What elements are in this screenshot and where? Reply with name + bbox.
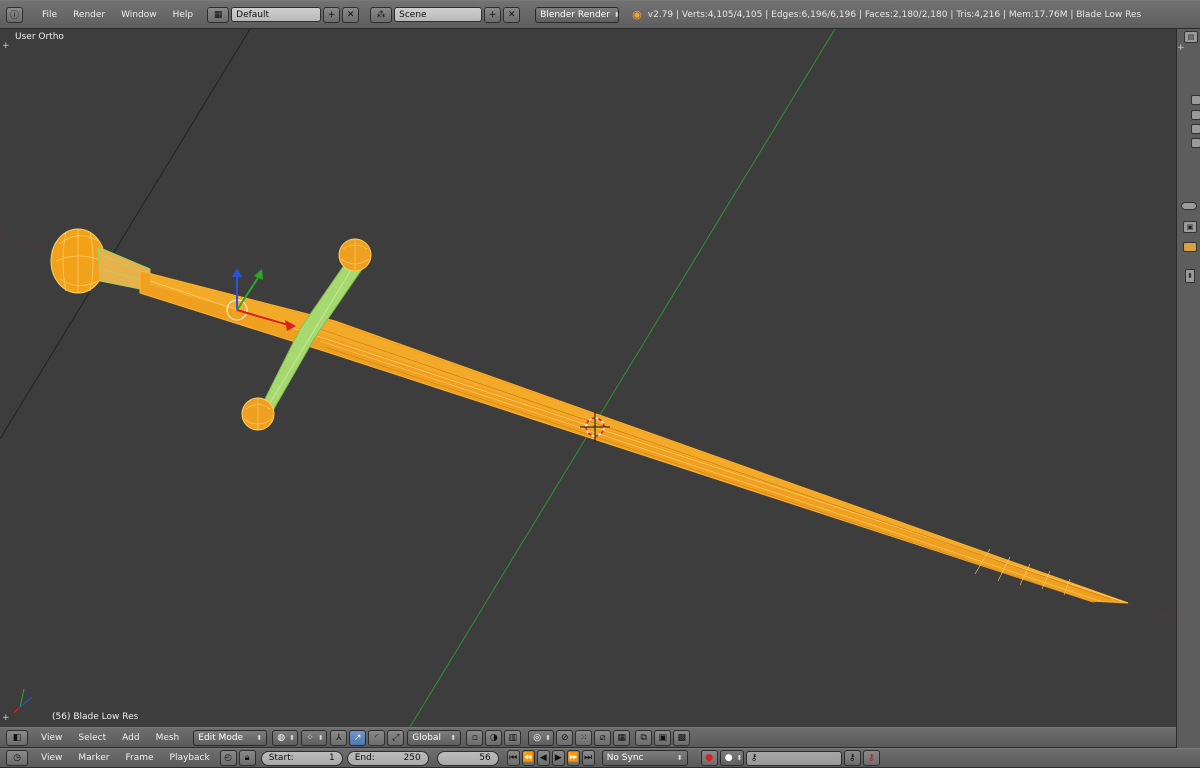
- collapse-right-icon[interactable]: +: [1177, 43, 1185, 53]
- menu-timeline-view[interactable]: View: [33, 753, 70, 763]
- viewport-shading-dropdown[interactable]: ◍ ⬍: [272, 729, 299, 746]
- jump-to-end-icon[interactable]: ⏭: [581, 750, 595, 766]
- remove-layout-icon[interactable]: ✕: [342, 6, 360, 23]
- current-frame-field[interactable]: 56: [436, 750, 499, 766]
- render-animation-icon[interactable]: ▩: [673, 729, 691, 746]
- sync-mode-label: No Sync: [606, 753, 644, 763]
- face-select-icon[interactable]: ▦: [613, 729, 631, 746]
- mode-label: Edit Mode: [198, 732, 244, 743]
- view-axis-gizmo: [13, 688, 33, 714]
- editor-type-3d-icon[interactable]: ◧: [6, 729, 28, 746]
- menu-playback[interactable]: Playback: [162, 753, 218, 763]
- play-icon[interactable]: ▶: [551, 750, 565, 766]
- menu-mesh[interactable]: Mesh: [148, 733, 188, 743]
- menu-add[interactable]: Add: [114, 733, 147, 743]
- screen-layout-icon[interactable]: ▦: [207, 6, 230, 23]
- opengl-render-icon[interactable]: ▣: [654, 729, 672, 746]
- render-engine-dropdown[interactable]: Blender Render ⬍: [535, 6, 620, 23]
- menu-select[interactable]: Select: [70, 733, 114, 743]
- manipulator-toggle-icon[interactable]: ⅄: [330, 729, 348, 746]
- active-object-label: (56) Blade Low Res: [52, 712, 139, 722]
- scene-statistics: v2.79 | Verts:4,105/4,105 | Edges:6,196/…: [647, 9, 1142, 20]
- dropdown-arrow-icon: ⬍: [613, 10, 620, 19]
- current-frame-value: 56: [479, 753, 491, 763]
- viewport-canvas[interactable]: [0, 29, 1176, 727]
- mode-dropdown[interactable]: Edit Mode ⬍: [193, 729, 268, 746]
- keying-set-field[interactable]: ⚷: [745, 750, 842, 766]
- outliner-item-icon[interactable]: [1191, 110, 1200, 120]
- preview-range-icon[interactable]: ◴: [219, 750, 237, 766]
- translate-manipulator-icon[interactable]: ↗: [349, 729, 367, 746]
- insert-keyframe-icon[interactable]: ⚷: [843, 750, 861, 766]
- delete-keyframe-icon[interactable]: ⚷: [862, 750, 880, 766]
- menu-file[interactable]: File: [34, 10, 65, 20]
- proportional-edit-dropdown[interactable]: ◎ ⬍: [528, 729, 555, 746]
- add-layout-icon[interactable]: +: [323, 6, 341, 23]
- play-reverse-icon[interactable]: ◀: [536, 750, 550, 766]
- lock-time-cursor-icon[interactable]: 🔒︎: [238, 750, 256, 766]
- end-frame-value: 250: [403, 753, 421, 763]
- outliner-item-icon[interactable]: [1191, 124, 1200, 134]
- menu-frame[interactable]: Frame: [117, 753, 161, 763]
- end-frame-field[interactable]: End: 250: [346, 750, 429, 766]
- 3d-viewport[interactable]: User Ortho (56) Blade Low Res + +: [0, 29, 1176, 727]
- editor-type-timeline-icon[interactable]: ◷: [6, 750, 28, 766]
- snap-toggle-icon[interactable]: ⊘: [556, 729, 574, 746]
- rotate-manipulator-icon[interactable]: ◜: [368, 729, 386, 746]
- menu-window[interactable]: Window: [113, 10, 165, 20]
- scene-icon[interactable]: ⁂: [370, 6, 393, 23]
- keying-mode-dropdown[interactable]: ● ⬍: [719, 750, 744, 766]
- dropdown-arrow-icon: ⬍: [450, 733, 457, 742]
- dropdown-arrow-icon: ⬍: [676, 754, 683, 762]
- menu-marker[interactable]: Marker: [70, 753, 117, 763]
- properties-menu-icon[interactable]: ⬍: [1185, 269, 1195, 283]
- menu-render[interactable]: Render: [65, 10, 113, 20]
- dropdown-arrow-icon: ⬍: [256, 733, 263, 742]
- scene-name-field[interactable]: Scene: [394, 7, 483, 22]
- jump-next-keyframe-icon[interactable]: ⏩: [566, 750, 580, 766]
- collapse-bottom-left-icon[interactable]: +: [2, 713, 10, 723]
- layout-name-field[interactable]: Default: [231, 7, 322, 22]
- outliner-editor-icon[interactable]: ▤: [1184, 31, 1198, 43]
- grid-line: [0, 29, 251, 440]
- layer-button-icon[interactable]: ▫: [466, 729, 484, 746]
- vertex-select-icon[interactable]: ⁙: [575, 729, 593, 746]
- orientation-label: Global: [412, 732, 441, 743]
- menu-help[interactable]: Help: [165, 10, 202, 20]
- layer-button-icon[interactable]: ◑: [485, 729, 503, 746]
- render-properties-icon[interactable]: [1183, 242, 1197, 252]
- render-engine-label: Blender Render: [540, 9, 610, 20]
- layer-button-icon[interactable]: ▥: [504, 729, 522, 746]
- jump-to-start-icon[interactable]: ⏮: [506, 750, 520, 766]
- properties-editor-icon[interactable]: ▣: [1183, 221, 1197, 233]
- start-frame-value: 1: [328, 753, 335, 763]
- pivot-point-dropdown[interactable]: ⁘ ⬍: [301, 729, 328, 746]
- view-label: User Ortho: [15, 32, 64, 42]
- sword-pommel: [50, 228, 151, 294]
- edge-select-icon[interactable]: ⧄: [594, 729, 612, 746]
- outliner-item-icon[interactable]: [1191, 95, 1200, 105]
- sync-mode-dropdown[interactable]: No Sync ⬍: [601, 750, 688, 766]
- timeline-header: ◷ View Marker Frame Playback ◴ 🔒︎ Start:…: [0, 748, 1200, 768]
- 3d-view-header: ◧ View Select Add Mesh Edit Mode ⬍ ◍ ⬍ ⁘ ⬍ …: [0, 727, 1176, 748]
- jump-prev-keyframe-icon[interactable]: ⏪: [521, 750, 535, 766]
- start-frame-field[interactable]: Start: 1: [260, 750, 343, 766]
- info-header: ⓘ File Render Window Help ▦ Default + ✕ …: [0, 0, 1200, 29]
- add-scene-icon[interactable]: +: [484, 6, 502, 23]
- collapse-left-icon[interactable]: +: [2, 41, 10, 51]
- start-frame-label: Start:: [268, 753, 294, 763]
- right-panel-strip: ▤ + ▣ ⬍: [1176, 29, 1200, 748]
- editor-type-info-icon[interactable]: ⓘ: [6, 6, 23, 23]
- remove-scene-icon[interactable]: ✕: [503, 6, 521, 23]
- blender-logo-icon: ◉: [632, 8, 642, 21]
- scroll-handle-icon[interactable]: [1181, 202, 1197, 210]
- occlude-geometry-icon[interactable]: ⧉: [635, 729, 653, 746]
- scale-manipulator-icon[interactable]: ⤢: [387, 729, 405, 746]
- sword-blade: [139, 270, 1129, 604]
- transform-orientation-dropdown[interactable]: Global ⬍: [407, 729, 462, 746]
- outliner-item-icon[interactable]: [1191, 138, 1200, 148]
- menu-view[interactable]: View: [33, 733, 70, 743]
- end-frame-label: End:: [354, 753, 375, 763]
- auto-keying-record-icon[interactable]: ●: [700, 750, 718, 766]
